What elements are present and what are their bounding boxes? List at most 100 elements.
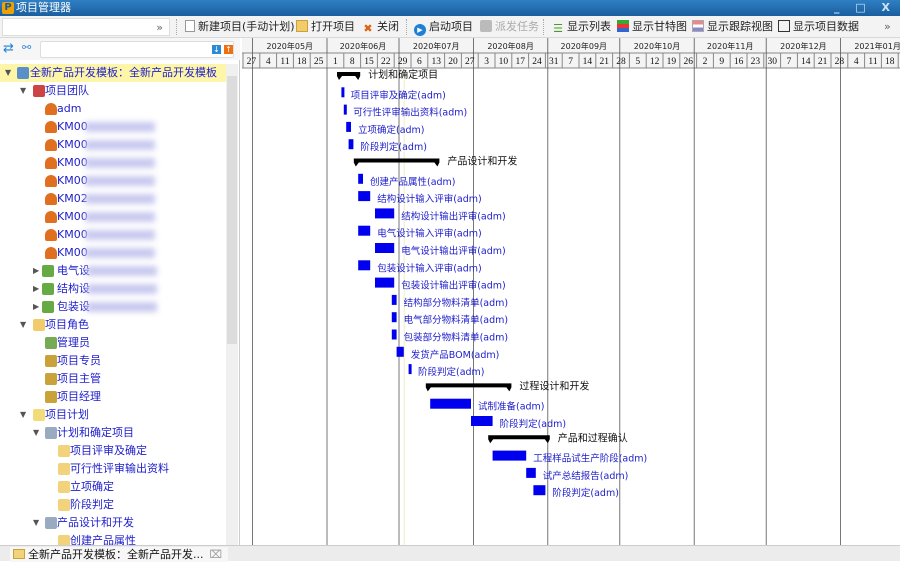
window-title: 项目管理器 xyxy=(16,1,71,14)
expand-arrow-icon[interactable]: ▼ xyxy=(5,64,11,82)
collapse-arrow-icon[interactable]: ▶ xyxy=(33,262,39,280)
redacted-text xyxy=(85,248,155,258)
tree-node[interactable]: ▼ 项目计划 xyxy=(0,406,226,424)
tree-node[interactable]: 项目主管 xyxy=(0,370,226,388)
week-label: 14 xyxy=(583,57,593,67)
tree-node[interactable]: ▶ 电气设 xyxy=(0,262,226,280)
tree-node[interactable]: ▼ 计划和确定项目 xyxy=(0,424,226,442)
tree-node-label: 项目团队 xyxy=(45,84,89,97)
show-gantt-button[interactable]: 显示甘特图 xyxy=(617,19,687,35)
tree-filter-input[interactable]: ↓ ↑ xyxy=(40,41,234,58)
week-label: 5 xyxy=(635,57,640,67)
week-label: 11 xyxy=(868,57,877,67)
button-label: 显示列表 xyxy=(567,20,611,33)
tree-node[interactable]: KM00 xyxy=(0,118,226,136)
arrow-up-icon[interactable]: ↑ xyxy=(224,45,233,54)
tree-node[interactable]: adm xyxy=(0,100,226,118)
dispatch-task-button[interactable]: 派发任务 xyxy=(480,19,539,35)
show-tracking-button[interactable]: 显示跟踪视图 xyxy=(692,19,773,35)
task-bar xyxy=(358,225,371,236)
tab-label: 全新产品开发模板：全新产品开发... xyxy=(28,548,204,561)
window-controls[interactable]: _ □ X xyxy=(834,0,896,16)
tree-node[interactable]: KM00 xyxy=(0,244,226,262)
expand-arrow-icon[interactable]: ▼ xyxy=(20,82,26,100)
task-bar xyxy=(348,139,354,150)
document-tab-bar: 全新产品开发模板：全新产品开发... ⌧ xyxy=(0,545,900,562)
tree-node[interactable]: KM00 xyxy=(0,226,226,244)
week-label: 7 xyxy=(568,57,573,67)
redacted-text xyxy=(87,266,157,276)
week-label: 8 xyxy=(350,57,355,67)
tree-node[interactable]: 阶段判定 xyxy=(0,496,226,514)
tree-node[interactable]: ▶ 包装设 xyxy=(0,298,226,316)
tracking-icon xyxy=(692,20,704,32)
tree-node[interactable]: 创建产品属性 xyxy=(0,532,226,545)
tree-node-label: KM00 xyxy=(57,138,88,151)
tree-scrollbar[interactable] xyxy=(226,64,238,545)
refresh-icon[interactable]: ⇄ xyxy=(3,41,14,56)
task-bar xyxy=(375,243,395,253)
summary-bar xyxy=(425,383,512,392)
task-bar xyxy=(492,450,527,461)
task-label: 试制准备(adm) xyxy=(478,401,545,413)
tree-structure-icon[interactable]: ⚯ xyxy=(22,41,31,54)
project-tab[interactable]: 全新产品开发模板：全新产品开发... ⌧ xyxy=(10,547,229,562)
tab-close-icon[interactable]: ⌧ xyxy=(210,548,223,561)
expand-arrow-icon[interactable]: ▼ xyxy=(33,424,39,442)
redacted-text xyxy=(85,230,155,240)
team-icon xyxy=(33,85,45,97)
tree-node[interactable]: 项目评审及确定 xyxy=(0,442,226,460)
tree-node[interactable]: ▶ 结构设 xyxy=(0,280,226,298)
tree-node[interactable]: KM00 xyxy=(0,154,226,172)
summary-bar xyxy=(353,158,440,167)
tree-node[interactable]: KM00 xyxy=(0,136,226,154)
tree-node[interactable]: 立项确定 xyxy=(0,478,226,496)
redacted-text xyxy=(85,194,155,204)
task-bar xyxy=(391,312,397,323)
task-label: 阶段判定(adm) xyxy=(360,141,427,153)
tree-node[interactable]: KM02 xyxy=(0,190,226,208)
toolbar-overflow-button[interactable]: » xyxy=(884,19,891,35)
chevron-down-icon[interactable]: » xyxy=(156,21,163,34)
close-button[interactable]: ✖ 关闭 xyxy=(362,19,399,35)
expand-arrow-icon[interactable]: ▼ xyxy=(33,514,39,532)
week-label: 16 xyxy=(734,57,744,67)
month-label: 2020年12月 xyxy=(780,41,827,51)
week-label: 11 xyxy=(280,57,289,67)
gantt-icon xyxy=(617,20,629,32)
task-bar xyxy=(533,485,546,496)
start-project-button[interactable]: ▶ 启动项目 xyxy=(414,19,473,36)
tree-node[interactable]: ▼ 全新产品开发模板：全新产品开发模板 xyxy=(0,64,226,82)
show-list-button[interactable]: ☰ 显示列表 xyxy=(552,19,611,35)
week-label: 15 xyxy=(364,57,374,67)
scrollbar-thumb[interactable] xyxy=(227,76,237,344)
tree-node[interactable]: KM00 xyxy=(0,208,226,226)
collapse-arrow-icon[interactable]: ▶ xyxy=(33,298,39,316)
tree-node[interactable]: KM00 xyxy=(0,172,226,190)
project-select[interactable]: » xyxy=(2,18,170,36)
folder-open-icon xyxy=(296,20,308,32)
collapse-arrow-icon[interactable]: ▶ xyxy=(33,280,39,298)
person-icon xyxy=(45,139,57,151)
expand-arrow-icon[interactable]: ▼ xyxy=(20,406,26,424)
expand-arrow-icon[interactable]: ▼ xyxy=(20,316,26,334)
tree-node[interactable]: 项目经理 xyxy=(0,388,226,406)
person-icon xyxy=(45,157,57,169)
week-label: 9 xyxy=(719,57,724,67)
new-project-button[interactable]: 新建项目(手动计划) xyxy=(185,19,295,35)
tree-node-label: 结构设 xyxy=(57,282,90,295)
tree-node[interactable]: 项目专员 xyxy=(0,352,226,370)
tree-node[interactable]: ▼ 项目团队 xyxy=(0,82,226,100)
arrow-down-icon[interactable]: ↓ xyxy=(212,45,221,54)
tree-node[interactable]: ▼ 产品设计和开发 xyxy=(0,514,226,532)
task-label: 立项确定(adm) xyxy=(358,124,425,136)
task-icon xyxy=(58,463,70,475)
tree-node[interactable]: ▼ 项目角色 xyxy=(0,316,226,334)
show-project-data-button[interactable]: 显示项目数据 xyxy=(778,19,859,35)
open-project-button[interactable]: 打开项目 xyxy=(296,19,355,35)
folder-icon xyxy=(13,549,25,559)
week-label: 27 xyxy=(247,57,257,67)
tree-node[interactable]: 管理员 xyxy=(0,334,226,352)
task-bar xyxy=(358,173,363,184)
tree-node[interactable]: 可行性评审输出资料 xyxy=(0,460,226,478)
